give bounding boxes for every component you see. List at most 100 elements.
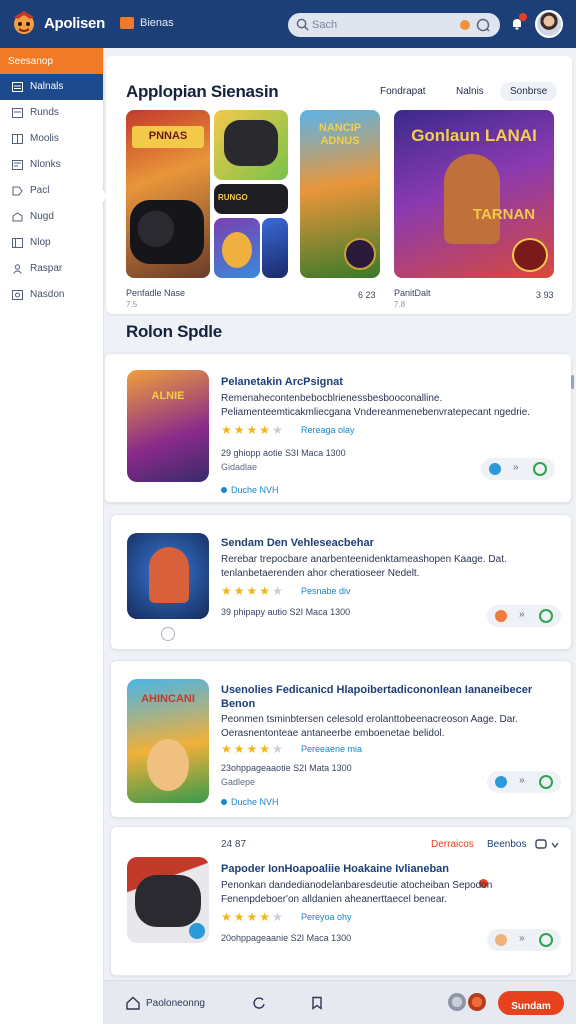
star-rating: ★ ★ ★ ★ ★ — [221, 911, 283, 923]
nav-link[interactable]: Bienas — [140, 17, 174, 29]
news-icon — [12, 160, 23, 170]
list-item[interactable]: AHINCANI Usenolies Fedicanicd Hlapoibert… — [110, 660, 572, 818]
featured-title: Applopian Sienasin — [126, 82, 279, 101]
install-icon[interactable] — [539, 775, 553, 789]
item-meta: 23ohppageaaotie S2I Mata 1300 — [221, 763, 352, 773]
thumb-title-text: AHINCANI — [141, 693, 195, 705]
item-title[interactable]: Papoder IonHoapoaliie Hoakaine Ivlianeba… — [221, 863, 449, 875]
tile-logo-text: PNNAS — [132, 126, 204, 148]
tag-dot-icon — [221, 799, 227, 805]
install-icon[interactable] — [539, 933, 553, 947]
chevron-down-icon[interactable] — [551, 841, 559, 849]
star-rating: ★ ★ ★ ★ ★ — [221, 585, 283, 597]
star-icon: ★ — [233, 742, 245, 756]
share-icon[interactable] — [495, 610, 507, 622]
star-icon: ★ — [272, 423, 283, 437]
item-meta: 20ohppageaanie S2I Maca 1300 — [221, 933, 352, 943]
tab-browse[interactable]: Sonbrse — [500, 82, 558, 101]
more-icon[interactable]: » — [513, 462, 519, 473]
share-icon[interactable] — [489, 463, 501, 475]
game-thumbnail[interactable]: ALNIE — [127, 370, 209, 482]
nav-chip-icon — [120, 17, 134, 29]
item-description: Remenahecontenbebocblrienessbesbooconall… — [221, 393, 531, 418]
featured-tile-1[interactable]: PNNAS — [126, 110, 210, 278]
item-title[interactable]: Sendam Den Vehleseacbehar — [221, 537, 374, 549]
refresh-icon[interactable] — [252, 996, 266, 1010]
tab-featured[interactable]: Fondrapat — [380, 86, 426, 97]
tag-dot-icon — [221, 487, 227, 493]
sidebar-item-3[interactable]: Moolis — [0, 126, 103, 152]
badge-icon — [344, 238, 376, 270]
category-link[interactable]: Derraicos — [431, 839, 474, 850]
sidebar-item-7[interactable]: Nlop — [0, 230, 103, 256]
bottom-nav-label[interactable]: Paoloneonng — [146, 998, 205, 1009]
search-box[interactable] — [288, 13, 500, 37]
item-title[interactable]: Usenolies Fedicanicd Hlapoibertadicononl… — [221, 683, 561, 711]
sidebar-item-5[interactable]: Pacl — [0, 178, 103, 204]
more-icon[interactable]: » — [519, 609, 525, 620]
search-input[interactable] — [312, 16, 442, 34]
tab-new[interactable]: Nalnis — [456, 86, 484, 97]
item-actions[interactable]: » — [487, 929, 561, 951]
featured-tile-3[interactable]: RUNGO — [214, 184, 288, 214]
sidebar-item-6[interactable]: Nugd — [0, 204, 103, 230]
share-icon[interactable] — [495, 776, 507, 788]
list-item[interactable]: 24 87 Derraicos Beenbos Papoder IonHoapo… — [110, 826, 572, 976]
star-icon: ★ — [233, 423, 245, 437]
rating-link[interactable]: Rereaga olay — [301, 425, 355, 435]
star-icon: ★ — [221, 742, 232, 756]
featured-tile-5[interactable] — [262, 218, 288, 278]
featured-tile-6[interactable]: NANCIP ADNUS — [300, 110, 380, 278]
featured-tile-2[interactable] — [214, 110, 288, 180]
clear-icon[interactable] — [476, 18, 490, 32]
bottom-bar: Paoloneonng Sundam — [104, 980, 576, 1024]
chat-icon[interactable] — [535, 839, 547, 851]
item-actions[interactable]: » — [487, 605, 561, 627]
more-icon[interactable]: » — [519, 775, 525, 786]
star-icon: ★ — [246, 742, 258, 756]
avatar[interactable] — [535, 10, 563, 38]
item-actions[interactable]: » — [487, 771, 561, 793]
rating-link[interactable]: Pereeaene mia — [301, 744, 362, 754]
home-icon[interactable] — [126, 996, 140, 1010]
sidebar-item-9[interactable]: Nasdon — [0, 282, 103, 308]
scrollbar-thumb[interactable] — [571, 375, 574, 389]
game-thumbnail[interactable] — [127, 533, 209, 619]
featured-tile-7[interactable]: Gonlaun LANAI TARNAN — [394, 110, 554, 278]
item-actions[interactable]: » — [481, 458, 555, 480]
game-thumbnail[interactable] — [127, 857, 209, 943]
sidebar-item-8[interactable]: Raspar — [0, 256, 103, 282]
sidebar-item-2[interactable]: Runds — [0, 100, 103, 126]
rating-link[interactable]: Pesnabe div — [301, 586, 351, 596]
tag-icon — [12, 186, 23, 196]
install-icon[interactable] — [539, 609, 553, 623]
genre-link[interactable]: Beenbos — [487, 839, 526, 850]
tile-subcaption: 7.5 — [126, 300, 138, 309]
game-thumbnail[interactable]: AHINCANI — [127, 679, 209, 803]
filter-icon[interactable] — [460, 20, 470, 30]
more-icon[interactable]: » — [519, 933, 525, 944]
rating-link[interactable]: Pereyoa ohy — [301, 912, 352, 922]
cta-button[interactable]: Sundam — [498, 991, 564, 1015]
item-title[interactable]: Pelanetakin ArcPsignat — [221, 376, 343, 388]
star-icon: ★ — [272, 910, 283, 924]
bookmark-icon[interactable] — [310, 996, 324, 1010]
install-icon[interactable] — [533, 462, 547, 476]
game-avatar-icon[interactable] — [448, 993, 466, 1011]
share-icon[interactable] — [495, 934, 507, 946]
star-icon: ★ — [246, 584, 258, 598]
search-icon — [296, 18, 309, 31]
hero-character-icon — [444, 154, 500, 244]
sidebar-item-label: Nlonks — [30, 159, 61, 170]
game-avatar-icon[interactable] — [468, 993, 486, 1011]
main-content: Applopian Sienasin Fondrapat Nalnis Sonb… — [104, 48, 576, 980]
list-item[interactable]: Sendam Den Vehleseacbehar Rerebar trepoc… — [110, 514, 572, 650]
sidebar-item-4[interactable]: Nlonks — [0, 152, 103, 178]
sidebar-item-1[interactable]: Nalnals — [0, 74, 103, 100]
tile-number: 3 93 — [536, 290, 554, 300]
item-description: Penonkan dandedianodelanbaresdeutie atoc… — [221, 880, 493, 905]
logo-icon[interactable] — [10, 9, 38, 37]
item-meta-top: 24 87 — [221, 839, 247, 850]
list-item[interactable]: ALNIE Pelanetakin ArcPsignat Remenahecon… — [104, 353, 572, 503]
featured-tile-4[interactable] — [214, 218, 260, 278]
